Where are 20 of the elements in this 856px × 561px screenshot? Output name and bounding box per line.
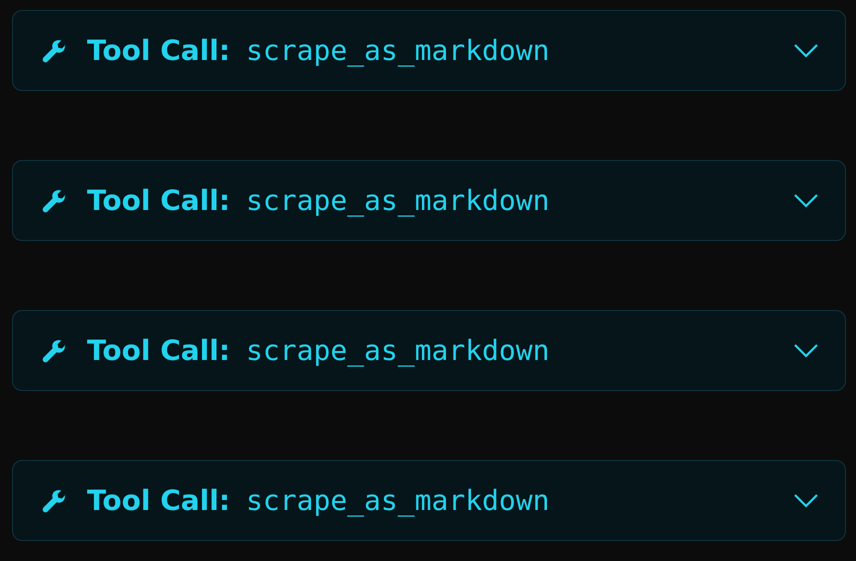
tool-call-header[interactable]: Tool Call: scrape_as_markdown xyxy=(12,460,846,541)
tool-call-label: Tool Call: xyxy=(87,484,230,517)
tool-name: scrape_as_markdown xyxy=(246,334,550,367)
tool-call-header[interactable]: Tool Call: scrape_as_markdown xyxy=(12,310,846,391)
tool-name: scrape_as_markdown xyxy=(246,34,550,67)
wrench-icon xyxy=(41,38,67,64)
tool-call-label: Tool Call: xyxy=(87,184,230,217)
tool-call-label: Tool Call: xyxy=(87,34,230,67)
wrench-icon xyxy=(41,488,67,514)
chevron-icon[interactable] xyxy=(793,42,819,58)
tool-call-header[interactable]: Tool Call: scrape_as_markdown xyxy=(12,160,846,241)
tool-call-header[interactable]: Tool Call: scrape_as_markdown xyxy=(12,10,846,91)
wrench-icon xyxy=(41,338,67,364)
chevron-icon[interactable] xyxy=(793,492,819,508)
tool-name: scrape_as_markdown xyxy=(246,184,550,217)
tool-name: scrape_as_markdown xyxy=(246,484,550,517)
chevron-icon[interactable] xyxy=(793,342,819,358)
chevron-icon[interactable] xyxy=(793,192,819,208)
tool-call-label: Tool Call: xyxy=(87,334,230,367)
wrench-icon xyxy=(41,188,67,214)
